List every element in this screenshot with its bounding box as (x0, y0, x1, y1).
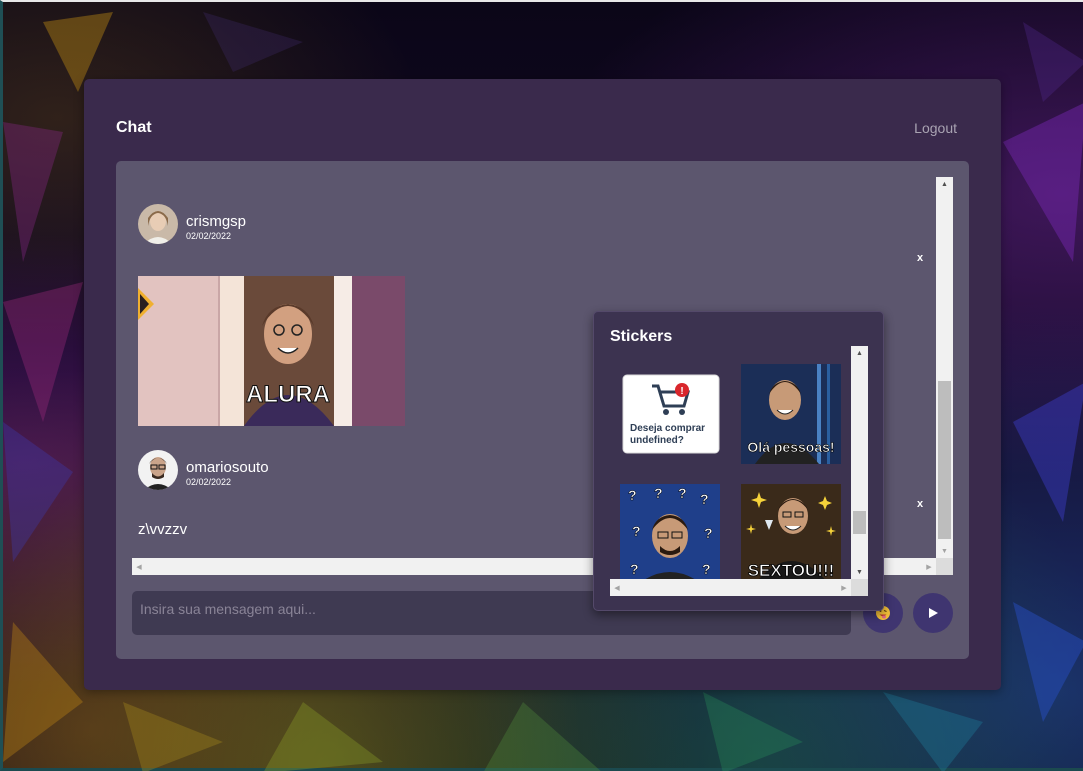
message-date: 02/02/2022 (186, 477, 232, 487)
message-username: omariosouto (186, 459, 269, 476)
scroll-up-icon[interactable]: ▲ (851, 346, 868, 360)
sticker-caption: ALURA (246, 381, 330, 408)
delete-message-button[interactable]: x (917, 498, 923, 510)
sticker-grid[interactable]: ! Deseja comprar undefined? Olá pessoas!… (610, 346, 851, 579)
delete-message-button[interactable]: x (917, 252, 923, 264)
logout-button[interactable]: Logout (914, 120, 957, 136)
scroll-right-icon[interactable]: ▶ (837, 579, 851, 596)
svg-text:?: ? (702, 561, 711, 577)
scroll-down-icon[interactable]: ▼ (851, 565, 868, 579)
scroll-right-icon[interactable]: ▶ (922, 558, 936, 575)
svg-text:?: ? (654, 485, 663, 501)
svg-text:?: ? (704, 525, 713, 541)
ola-pessoas-sticker[interactable]: Olá pessoas! (741, 364, 841, 464)
message-header: omariosouto 02/02/2022 (138, 450, 269, 490)
play-icon (929, 608, 938, 618)
message-text: z\vvzzv (138, 521, 188, 538)
svg-text:?: ? (678, 485, 687, 501)
cart-sticker[interactable]: ! Deseja comprar undefined? (622, 374, 720, 454)
svg-text:!: ! (680, 386, 683, 397)
message-date: 02/02/2022 (186, 231, 232, 241)
svg-text:?: ? (628, 487, 637, 503)
message-header: crismgsp 02/02/2022 (138, 204, 246, 244)
sticker-caption: SEXTOU!!! (748, 561, 835, 579)
sticker-vertical-scrollbar[interactable]: ▲ ▼ (851, 346, 868, 579)
confused-sticker[interactable]: ???? ???? (620, 484, 720, 579)
sticker-text: undefined? (630, 435, 684, 446)
sticker-panel: Stickers ! Deseja comprar undefined? Olá… (593, 311, 884, 611)
sextou-sticker[interactable]: SEXTOU!!! (741, 484, 841, 579)
svg-text:?: ? (630, 561, 639, 577)
send-button[interactable] (913, 593, 953, 633)
svg-text:?: ? (700, 491, 709, 507)
page-title: Chat (116, 119, 152, 136)
scrollbar-corner (851, 579, 868, 596)
scroll-left-icon[interactable]: ◀ (610, 579, 624, 596)
avatar (138, 204, 178, 244)
svg-text:?: ? (632, 523, 641, 539)
message-username: crismgsp (186, 213, 247, 230)
sticker-panel-title: Stickers (610, 328, 673, 345)
avatar (138, 450, 178, 490)
scroll-thumb[interactable] (938, 381, 951, 539)
scrollbar-corner (936, 558, 953, 575)
scroll-thumb[interactable] (853, 511, 866, 534)
sticker-text: Deseja comprar (630, 423, 705, 434)
scroll-up-icon[interactable]: ▲ (936, 177, 953, 191)
sticker-horizontal-scrollbar[interactable]: ◀ ▶ (610, 579, 851, 596)
sticker-caption: Olá pessoas! (747, 439, 834, 455)
scroll-left-icon[interactable]: ◀ (132, 558, 146, 575)
message-sticker: ALURA (138, 276, 405, 426)
vertical-scrollbar[interactable]: ▲ ▼ (936, 177, 953, 558)
scroll-down-icon[interactable]: ▼ (936, 544, 953, 558)
